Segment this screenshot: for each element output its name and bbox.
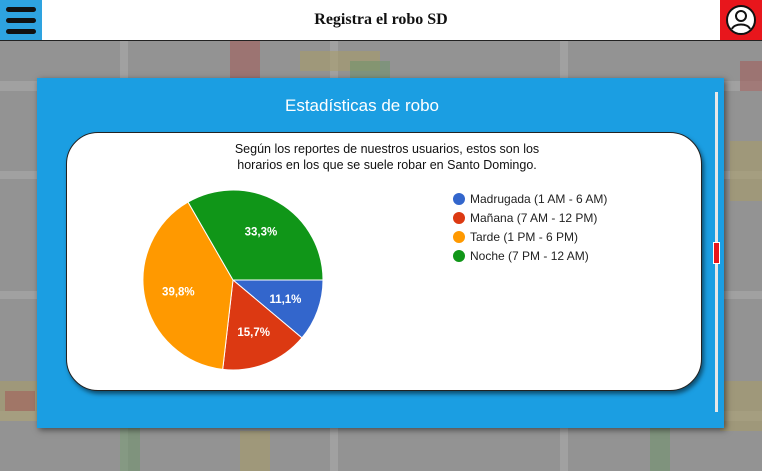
stats-description-line: Según los reportes de nuestros usuarios,… xyxy=(234,142,540,156)
chart-legend: Madrugada (1 AM - 6 AM) Mañana (7 AM - 12… xyxy=(453,189,607,265)
legend-label: Mañana (7 AM - 12 PM) xyxy=(470,210,598,225)
pie-slice-label: 15,7% xyxy=(237,327,270,339)
legend-item[interactable]: Tarde (1 PM - 6 PM) xyxy=(453,227,607,246)
hamburger-menu-icon xyxy=(6,6,36,12)
top-bar: Registra el robo SD xyxy=(0,0,762,41)
pie-slice-label: 11,1% xyxy=(269,294,301,306)
legend-item[interactable]: Madrugada (1 AM - 6 AM) xyxy=(453,189,607,208)
app-title: Registra el robo SD xyxy=(314,11,448,28)
legend-label: Madrugada (1 AM - 6 AM) xyxy=(470,191,608,206)
legend-item[interactable]: Noche (7 PM - 12 AM) xyxy=(453,246,607,265)
user-profile-button[interactable] xyxy=(720,0,762,40)
legend-label: Tarde (1 PM - 6 PM) xyxy=(470,229,579,244)
legend-swatch xyxy=(453,230,465,243)
hamburger-menu-icon-bar xyxy=(6,17,36,23)
stats-description: Según los reportes de nuestros usuarios,… xyxy=(167,141,607,173)
hamburger-menu-icon-bar xyxy=(6,28,36,34)
stats-description-line: horarios en los que se suele robar en Sa… xyxy=(237,158,537,172)
stats-modal: Estadísticas de robo Según los reportes … xyxy=(37,78,724,428)
legend-swatch xyxy=(453,249,465,262)
legend-item[interactable]: Mañana (7 AM - 12 PM) xyxy=(453,208,607,227)
legend-swatch xyxy=(453,211,465,224)
pie-chart: 11,1% 15,7% 39,8% 33,3% xyxy=(142,189,324,371)
pie-slice-label: 33,3% xyxy=(245,227,278,239)
modal-title: Estadísticas de robo xyxy=(284,96,440,115)
legend-swatch xyxy=(453,192,465,205)
pie-slice-label: 39,8% xyxy=(162,286,195,298)
user-profile-icon xyxy=(726,5,756,35)
legend-label: Noche (7 PM - 12 AM) xyxy=(470,248,589,263)
stats-card: Según los reportes de nuestros usuarios,… xyxy=(66,132,702,391)
scrollbar-thumb[interactable] xyxy=(713,242,720,264)
hamburger-menu-button[interactable] xyxy=(0,0,42,40)
